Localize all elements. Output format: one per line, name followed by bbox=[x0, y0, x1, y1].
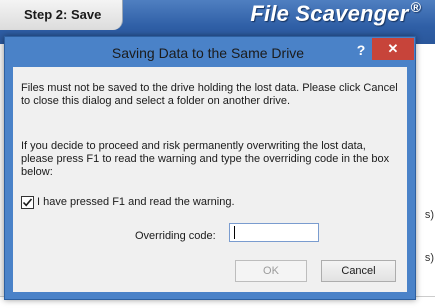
file-list-edge: s) s) bbox=[414, 44, 435, 307]
warning-message: Files must not be saved to the drive hol… bbox=[21, 82, 398, 107]
cancel-button[interactable]: Cancel bbox=[321, 260, 396, 282]
override-instructions: If you decide to proceed and risk perman… bbox=[21, 140, 390, 178]
help-button[interactable]: ? bbox=[354, 42, 368, 60]
list-item: s) bbox=[424, 209, 434, 221]
overriding-code-input[interactable] bbox=[229, 223, 319, 242]
saving-data-dialog: Saving Data to the Same Drive ? ✕ Files … bbox=[4, 36, 416, 300]
dialog-title: Saving Data to the Same Drive bbox=[111, 45, 305, 61]
close-button[interactable]: ✕ bbox=[372, 38, 414, 60]
brand-text: File Scavenger bbox=[250, 1, 409, 26]
step-tab-label: Step 2: Save bbox=[24, 7, 102, 22]
text-caret bbox=[234, 226, 235, 239]
list-item: s) bbox=[424, 252, 434, 264]
brand-logo: File Scavenger ® bbox=[250, 0, 421, 27]
dialog-titlebar[interactable]: Saving Data to the Same Drive ? ✕ bbox=[5, 37, 415, 67]
brand-registered-mark: ® bbox=[410, 0, 421, 15]
close-icon: ✕ bbox=[387, 41, 399, 56]
warning-read-label: I have pressed F1 and read the warning. bbox=[37, 196, 235, 208]
ok-button[interactable]: OK bbox=[235, 260, 307, 282]
dialog-client: Files must not be saved to the drive hol… bbox=[13, 67, 407, 292]
overriding-code-label: Overriding code: bbox=[135, 230, 216, 242]
warning-read-checkbox[interactable] bbox=[21, 196, 34, 209]
step-tab[interactable]: Step 2: Save bbox=[0, 0, 123, 30]
checkmark-icon bbox=[22, 198, 33, 207]
